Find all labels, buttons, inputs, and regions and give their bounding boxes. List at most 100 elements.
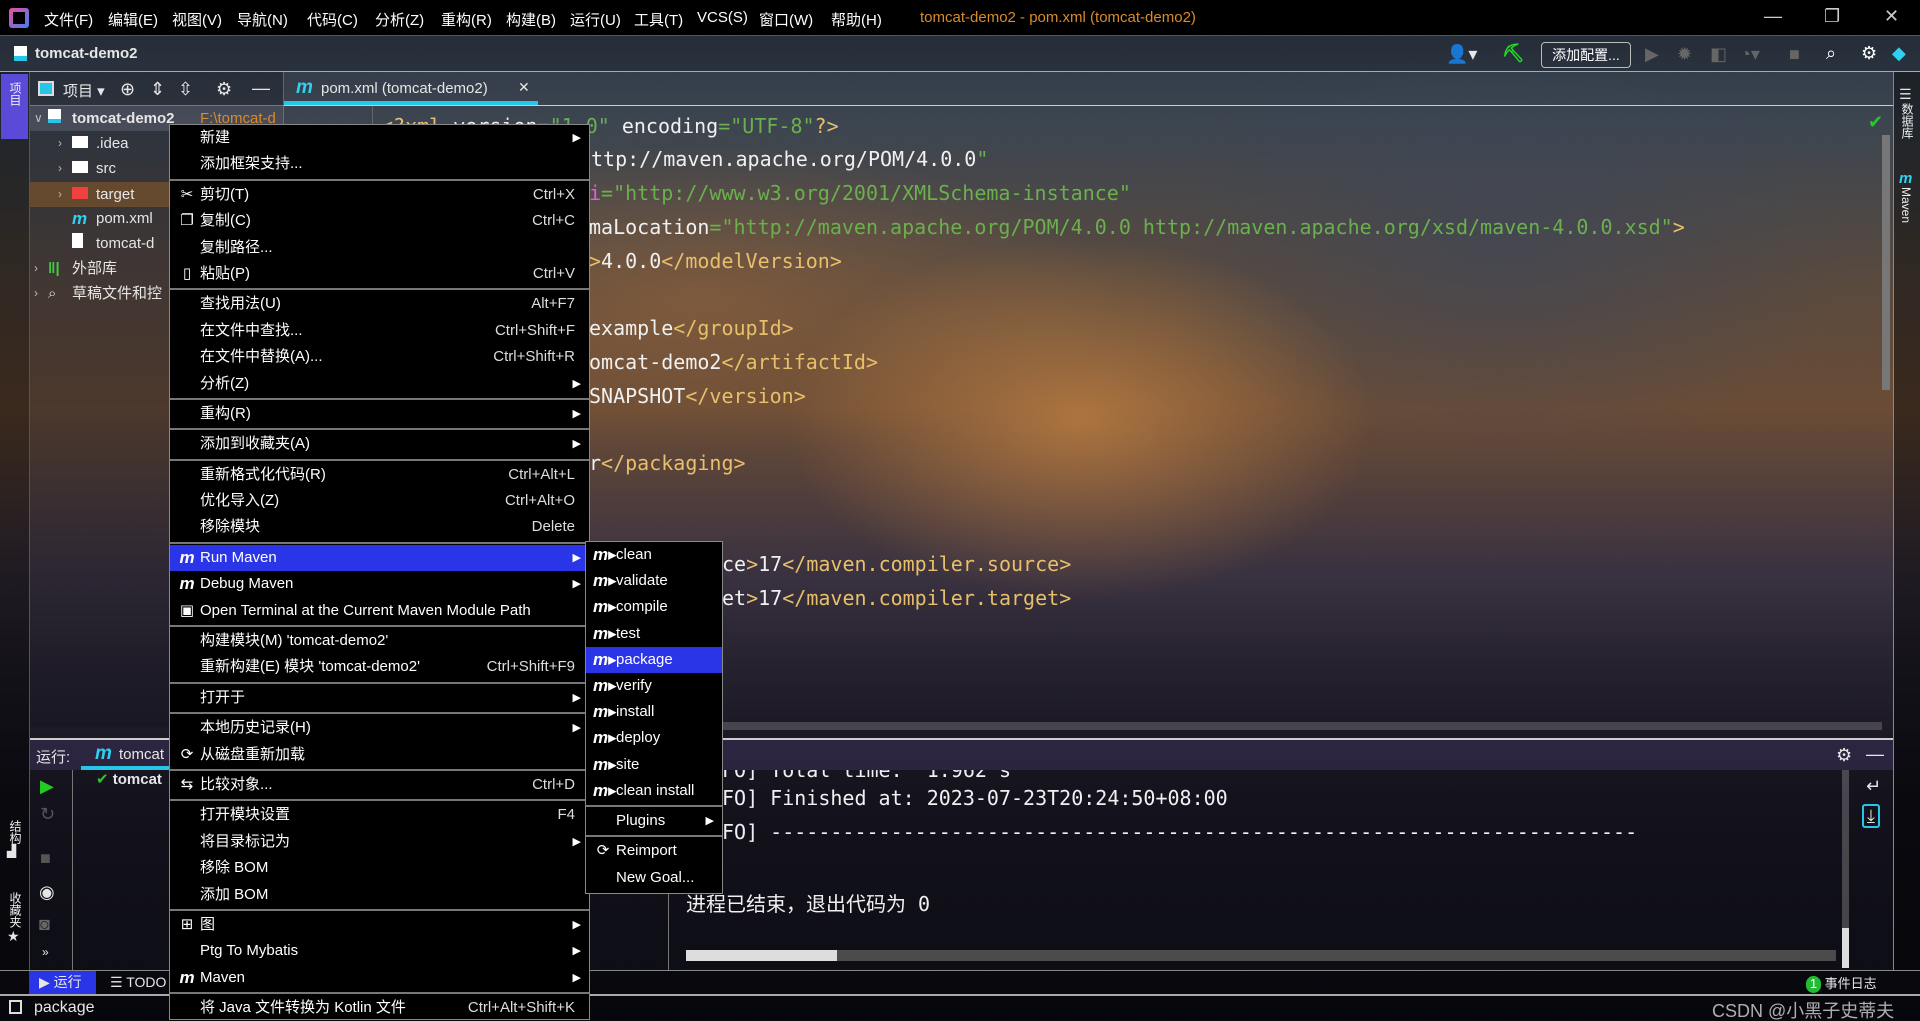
context-menu-item[interactable]: m Debug Maven ▶ [170, 571, 589, 597]
breadcrumb-project[interactable]: tomcat-demo2 [35, 45, 138, 62]
panel-settings-icon[interactable]: ⚙ [216, 79, 232, 99]
menu-1[interactable]: 编辑(E) [108, 9, 158, 30]
run-icon[interactable]: ▶ [1645, 44, 1659, 64]
maven-reimport-item[interactable]: ⟳ Reimport [586, 838, 722, 864]
collapse-all-icon[interactable]: ⇳ [178, 79, 193, 99]
menu-7[interactable]: 构建(B) [506, 9, 556, 30]
context-menu-item[interactable]: 分析(Z) ▶ [170, 371, 589, 397]
context-menu-item[interactable]: ⟳ 从磁盘重新加载 [170, 742, 589, 768]
context-menu-item[interactable]: ▯ 粘贴(P) Ctrl+V [170, 261, 589, 287]
add-configuration-button[interactable]: 添加配置... [1541, 42, 1631, 68]
run-tool-button[interactable]: ▶ 运行 [29, 971, 96, 994]
menu-11[interactable]: 窗口(W) [759, 9, 813, 30]
context-menu-item[interactable]: 打开于 ▶ [170, 685, 589, 711]
context-menu-item[interactable]: 重构(R) ▶ [170, 401, 589, 427]
chevron-right-icon[interactable]: › [58, 156, 62, 181]
watch-icon[interactable]: ◉ [39, 882, 55, 902]
build-hammer-icon[interactable]: ⛏ [1502, 43, 1525, 63]
maven-goal-test[interactable]: m▸ test [586, 621, 722, 647]
event-log-button[interactable]: 1 事件日志 [1806, 973, 1877, 993]
context-menu-item[interactable]: 构建模块(M) 'tomcat-demo2' [170, 628, 589, 654]
console-hscrollbar[interactable] [686, 950, 1836, 961]
context-menu-item[interactable]: 添加到收藏夹(A) ▶ [170, 431, 589, 457]
context-menu-item[interactable]: 移除 BOM [170, 855, 589, 881]
more-icon[interactable]: » [42, 942, 49, 962]
screenshot-icon[interactable]: ◙ [39, 914, 50, 934]
database-tool-button[interactable]: ☰ 数据库 [1899, 86, 1920, 139]
maven-goal-verify[interactable]: m▸ verify [586, 673, 722, 699]
maven-tool-button[interactable]: m Maven [1899, 170, 1913, 223]
chevron-right-icon[interactable]: › [34, 256, 38, 281]
user-icon[interactable]: 👤▾ [1446, 44, 1477, 64]
menu-8[interactable]: 运行(U) [570, 9, 621, 30]
search-icon[interactable]: ⌕ [1826, 43, 1836, 63]
context-menu-item[interactable]: 将目录标记为 ▶ [170, 829, 589, 855]
context-menu-item[interactable]: m Maven ▶ [170, 965, 589, 991]
context-menu-item[interactable]: 添加框架支持... [170, 151, 589, 177]
close-tab-icon[interactable]: ✕ [518, 79, 530, 96]
context-menu-item[interactable]: ⇆ 比较对象... Ctrl+D [170, 772, 589, 798]
run-settings-icon[interactable]: ⚙ [1836, 745, 1852, 765]
chevron-right-icon[interactable]: › [34, 281, 38, 306]
context-menu-item[interactable]: Ptg To Mybatis ▶ [170, 938, 589, 964]
locate-icon[interactable]: ⊕ [120, 79, 135, 99]
context-menu-item[interactable]: 打开模块设置 F4 [170, 802, 589, 828]
minimize-button[interactable]: — [1764, 6, 1782, 27]
console-vscrollbar[interactable] [1842, 770, 1849, 968]
run-tree-item[interactable]: ✔ tomcat [96, 770, 162, 788]
context-menu-item[interactable]: 本地历史记录(H) ▶ [170, 715, 589, 741]
menu-10[interactable]: VCS(S) [697, 9, 748, 26]
maven-goal-deploy[interactable]: m▸ deploy [586, 725, 722, 751]
chevron-right-icon[interactable]: › [58, 182, 62, 207]
maven-goal-site[interactable]: m▸ site [586, 752, 722, 778]
context-menu-item[interactable]: 复制路径... [170, 235, 589, 261]
maven-goal-clean-install[interactable]: m▸ clean install [586, 778, 722, 804]
maven-new-goal-item[interactable]: New Goal... [586, 865, 722, 891]
close-button[interactable]: ✕ [1884, 6, 1899, 27]
menu-0[interactable]: 文件(F) [44, 9, 93, 30]
context-menu-item[interactable]: 新建 ▶ [170, 125, 589, 151]
editor-scrollbar[interactable] [1882, 135, 1890, 390]
debug-icon[interactable]: ✹ [1677, 44, 1692, 64]
maven-goal-compile[interactable]: m▸ compile [586, 594, 722, 620]
toolbox-icon[interactable]: ◆ [1892, 43, 1906, 63]
hide-run-panel-icon[interactable]: — [1866, 744, 1884, 764]
menu-12[interactable]: 帮助(H) [831, 9, 882, 30]
menu-5[interactable]: 分析(Z) [375, 9, 424, 30]
scroll-to-end-icon[interactable]: ⤓ [1862, 804, 1880, 828]
maven-goal-package[interactable]: m▸ package [586, 646, 722, 673]
stop-icon[interactable]: ■ [1789, 44, 1800, 64]
status-toggle-icon[interactable] [9, 1000, 22, 1014]
tab-pom-xml[interactable]: m pom.xml (tomcat-demo2) ✕ [284, 72, 538, 105]
context-menu-item[interactable]: 优化导入(Z) Ctrl+Alt+O [170, 488, 589, 514]
chevron-right-icon[interactable]: › [58, 131, 62, 156]
rerun-icon[interactable]: ▶ [40, 776, 54, 796]
expand-all-icon[interactable]: ⇕ [150, 79, 165, 99]
hide-panel-icon[interactable]: — [252, 78, 270, 98]
context-menu-item[interactable]: 在文件中查找... Ctrl+Shift+F [170, 318, 589, 344]
rerun-failed-icon[interactable]: ↻ [40, 804, 55, 824]
project-view-selector[interactable]: 项目 ▾ [63, 80, 105, 101]
context-menu-item[interactable]: 重新构建(E) 模块 'tomcat-demo2' Ctrl+Shift+F9 [170, 654, 589, 680]
context-menu-item[interactable]: 移除模块 Delete [170, 514, 589, 540]
context-menu-item[interactable]: ▣ Open Terminal at the Current Maven Modu… [170, 598, 589, 624]
context-menu-item[interactable]: ❐ 复制(C) Ctrl+C [170, 208, 589, 234]
maven-goal-clean[interactable]: m▸ clean [586, 542, 722, 568]
menu-4[interactable]: 代码(C) [307, 9, 358, 30]
menu-3[interactable]: 导航(N) [237, 9, 288, 30]
chevron-down-icon[interactable]: ∨ [34, 106, 43, 131]
maven-goal-validate[interactable]: m▸ validate [586, 568, 722, 594]
context-menu-item[interactable]: ⊞ 图 ▶ [170, 912, 589, 938]
menu-9[interactable]: 工具(T) [634, 9, 683, 30]
context-menu-item[interactable]: 重新格式化代码(R) Ctrl+Alt+L [170, 462, 589, 488]
context-menu-item[interactable]: m Run Maven ▶ [170, 544, 589, 572]
restore-button[interactable]: ❐ [1824, 6, 1840, 27]
context-menu-item[interactable]: ✂ 剪切(T) Ctrl+X [170, 182, 589, 208]
menu-2[interactable]: 视图(V) [172, 9, 222, 30]
context-menu-item[interactable]: 在文件中替换(A)... Ctrl+Shift+R [170, 344, 589, 370]
context-menu-item[interactable]: 查找用法(U) Alt+F7 [170, 291, 589, 317]
todo-tool-button[interactable]: ☰ TODO [110, 974, 166, 991]
maven-plugins-item[interactable]: Plugins ▶ [586, 808, 722, 834]
soft-wrap-icon[interactable]: ↵ [1866, 776, 1881, 796]
maven-goal-install[interactable]: m▸ install [586, 699, 722, 725]
